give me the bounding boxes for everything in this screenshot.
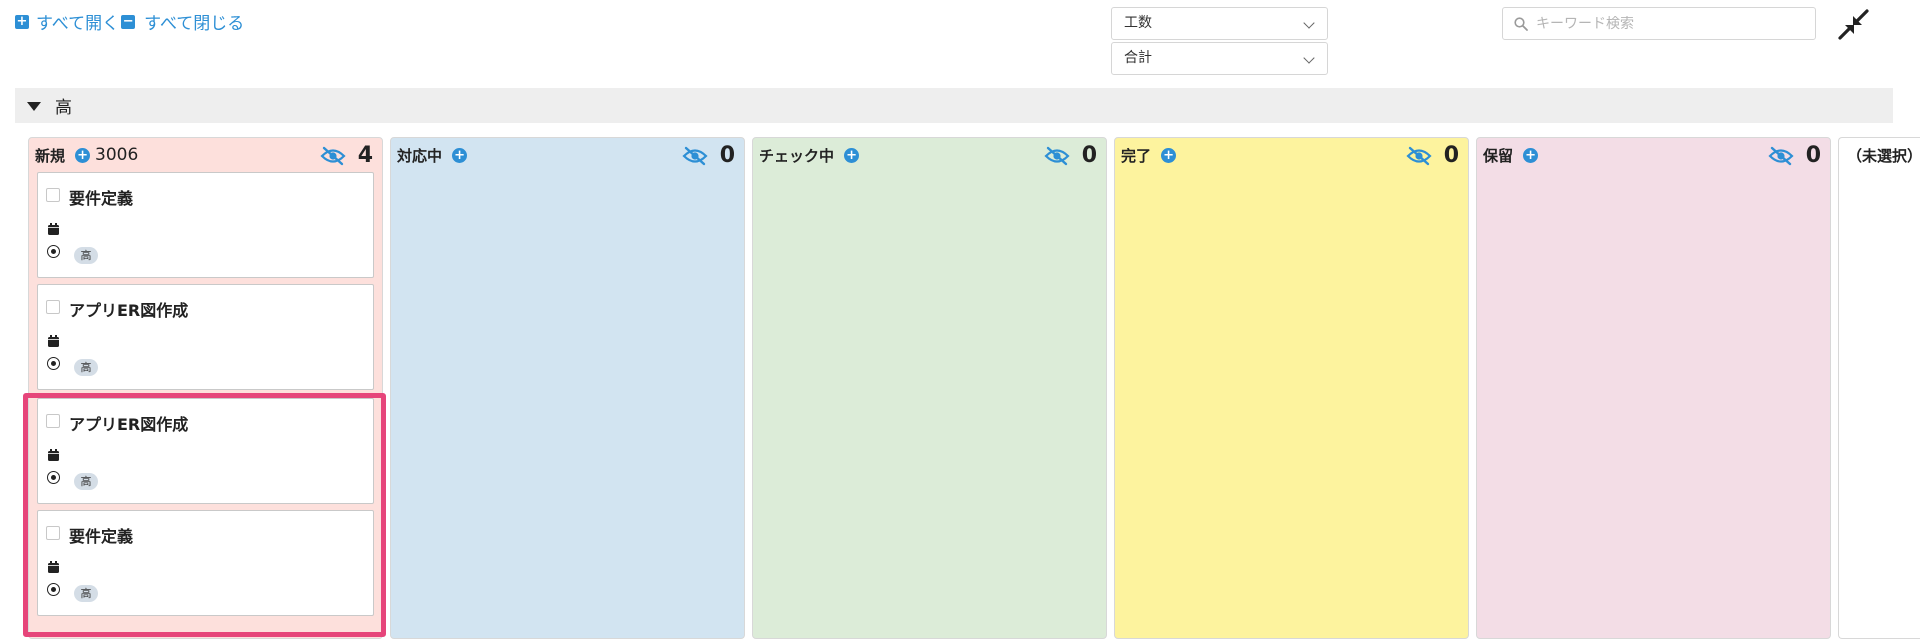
column-header: 保留 + 0 (1477, 138, 1830, 172)
collapse-all-label: すべて閉じる (144, 14, 245, 34)
priority-icon (47, 245, 60, 258)
column-header: 完了 + 0 (1115, 138, 1468, 172)
field-select-value: 工数 (1124, 15, 1152, 31)
priority-icon (47, 583, 60, 596)
chevron-down-icon (1303, 17, 1315, 29)
group-label: 高 (55, 98, 72, 118)
eye-slash-icon[interactable] (320, 146, 346, 166)
column-header: チェック中 + 0 (753, 138, 1106, 172)
add-card-icon[interactable]: + (844, 147, 860, 163)
aggregate-select-value: 合計 (1124, 50, 1152, 66)
priority-badge: 高 (74, 473, 98, 490)
expand-all-label: すべて開く (36, 14, 120, 34)
priority-icon (47, 471, 60, 484)
compress-button[interactable] (1836, 7, 1872, 43)
task-card[interactable]: アプリER図作成 高 (37, 398, 374, 504)
column-header: （未選択） (1839, 138, 1920, 172)
eye-slash-icon[interactable] (1044, 146, 1070, 166)
group-header[interactable]: 高 (15, 88, 1893, 123)
task-card[interactable]: アプリER図作成 高 (37, 284, 374, 390)
column-done: 完了 + 0 (1114, 137, 1469, 639)
eye-slash-icon[interactable] (1406, 146, 1432, 166)
column-count: 0 (1081, 143, 1097, 168)
column-title: チェック中 (759, 146, 835, 165)
column-in-progress: 対応中 + 0 (390, 137, 745, 639)
card-checkbox[interactable] (46, 300, 60, 314)
caret-down-icon (27, 101, 41, 111)
priority-badge: 高 (74, 359, 98, 376)
kanban-board: 新規 + 3006 4 要件定義 高 アプリER図作成 高 アプリER図作成 高… (28, 137, 1920, 639)
column-unselected: （未選択） (1838, 137, 1920, 639)
add-card-icon[interactable]: + (75, 147, 91, 163)
column-count: 0 (1443, 143, 1459, 168)
add-card-icon[interactable]: + (1161, 147, 1177, 163)
card-checkbox[interactable] (46, 414, 60, 428)
column-header: 対応中 + 0 (391, 138, 744, 172)
column-header: 新規 + 3006 4 (29, 138, 382, 172)
minus-square-icon: − (121, 13, 136, 29)
card-title: アプリER図作成 (69, 301, 189, 320)
add-card-icon[interactable]: + (1523, 147, 1539, 163)
calendar-icon (48, 449, 59, 461)
column-new: 新規 + 3006 4 要件定義 高 アプリER図作成 高 アプリER図作成 高… (28, 137, 383, 639)
compress-arrows-icon (1838, 9, 1869, 40)
calendar-icon (48, 223, 59, 235)
priority-badge: 高 (74, 247, 98, 264)
search-icon (1514, 16, 1528, 31)
collapse-all-link[interactable]: − すべて閉じる (119, 9, 244, 34)
task-card[interactable]: 要件定義 高 (37, 172, 374, 278)
column-checking: チェック中 + 0 (752, 137, 1107, 639)
card-title: 要件定義 (69, 189, 134, 208)
search-box (1502, 7, 1816, 40)
column-extra: 3006 (95, 145, 139, 165)
card-checkbox[interactable] (46, 188, 60, 202)
column-on-hold: 保留 + 0 (1476, 137, 1831, 639)
add-card-icon[interactable]: + (452, 147, 468, 163)
card-title: アプリER図作成 (69, 415, 189, 434)
calendar-icon (48, 561, 59, 573)
task-card[interactable]: 要件定義 高 (37, 510, 374, 616)
card-title: 要件定義 (69, 527, 134, 546)
column-title: 新規 (35, 146, 66, 165)
column-count: 0 (1805, 143, 1821, 168)
column-title: 保留 (1483, 146, 1514, 165)
field-select[interactable]: 工数 (1111, 7, 1328, 40)
calendar-icon (48, 335, 59, 347)
priority-badge: 高 (74, 585, 98, 602)
eye-slash-icon[interactable] (1768, 146, 1794, 166)
column-title: 完了 (1121, 146, 1152, 165)
card-checkbox[interactable] (46, 526, 60, 540)
column-count: 0 (719, 143, 735, 168)
plus-square-icon: + (15, 13, 29, 29)
search-input[interactable] (1536, 15, 1796, 32)
priority-icon (47, 357, 60, 370)
eye-slash-icon[interactable] (682, 146, 708, 166)
column-title: （未選択） (1847, 146, 1920, 165)
column-title: 対応中 (397, 146, 443, 165)
chevron-down-icon (1303, 52, 1315, 64)
aggregate-select[interactable]: 合計 (1111, 42, 1328, 75)
column-count: 4 (357, 143, 373, 168)
expand-all-link[interactable]: + すべて開く (15, 9, 119, 34)
expand-collapse-links: + すべて開く − すべて閉じる (15, 9, 244, 34)
